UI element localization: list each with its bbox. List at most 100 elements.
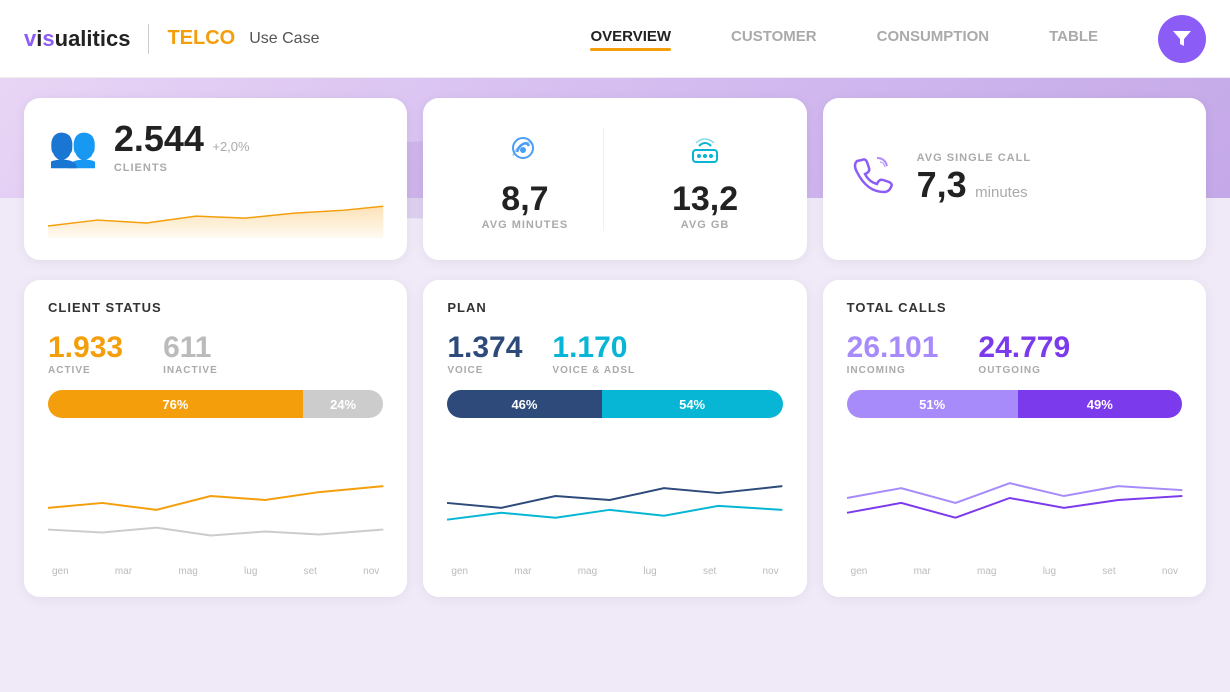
avg-single-call-label: AVG SINGLE CALL	[917, 152, 1031, 164]
active-number: 1.933	[48, 331, 123, 365]
x-label-mar: mar	[115, 566, 132, 577]
logo-separator	[148, 24, 149, 54]
plan-numbers: 1.374 VOICE 1.170 VOICE & ADSL	[447, 331, 782, 376]
active-status-item: 1.933 ACTIVE	[48, 331, 123, 376]
incoming-progress-seg: 51%	[847, 390, 1018, 418]
clients-icon: 👥	[48, 123, 98, 170]
client-status-numbers: 1.933 ACTIVE 611 INACTIVE	[48, 331, 383, 376]
inactive-number: 611	[163, 331, 218, 365]
main-content: 👥 2.544 +2,0% CLIENTS	[0, 78, 1230, 617]
nav-overview[interactable]: OVERVIEW	[590, 28, 671, 49]
phone-ring-icon	[847, 150, 897, 200]
avg-gb-value: 13,2	[672, 180, 738, 219]
plan-lines	[447, 438, 782, 558]
clients-card: 👥 2.544 +2,0% CLIENTS	[24, 98, 407, 260]
plan-title: PLAN	[447, 300, 782, 315]
x-label-gen: gen	[52, 566, 69, 577]
avg-single-call-card: AVG SINGLE CALL 7,3 minutes	[823, 98, 1206, 260]
calls-numbers: 26.101 INCOMING 24.779 OUTGOING	[847, 331, 1182, 376]
logo-telco: TELCO	[167, 27, 235, 50]
client-status-title: CLIENT STATUS	[48, 300, 383, 315]
calls-x-gen: gen	[851, 566, 868, 577]
active-progress-seg: 76%	[48, 390, 303, 418]
client-status-progress: 76% 24%	[48, 390, 383, 418]
voice-label: VOICE	[447, 365, 522, 376]
inactive-status-item: 611 INACTIVE	[163, 331, 218, 376]
voice-progress-seg: 46%	[447, 390, 601, 418]
avg-single-call-number: 7,3	[917, 164, 967, 205]
avg-minutes-item: 8,7 AVG MINUTES	[447, 128, 602, 231]
voice-number: 1.374	[447, 331, 522, 365]
filter-button[interactable]	[1158, 15, 1206, 63]
plan-x-nov: nov	[763, 566, 779, 577]
plan-x-mag: mag	[578, 566, 597, 577]
nav-table[interactable]: TABLE	[1049, 28, 1098, 49]
plan-progress: 46% 54%	[447, 390, 782, 418]
outgoing-label: OUTGOING	[978, 365, 1070, 376]
top-cards-row: 👥 2.544 +2,0% CLIENTS	[24, 98, 1206, 260]
outgoing-calls-item: 24.779 OUTGOING	[978, 331, 1070, 376]
plan-card: PLAN 1.374 VOICE 1.170 VOICE & ADSL 46% …	[423, 280, 806, 597]
calls-x-lug: lug	[1043, 566, 1056, 577]
voice-plan-item: 1.374 VOICE	[447, 331, 522, 376]
calls-x-labels: gen mar mag lug set nov	[847, 566, 1182, 577]
nav-consumption[interactable]: CONSUMPTION	[877, 28, 990, 49]
phone-icon	[505, 128, 545, 176]
clients-stats: 2.544 +2,0% CLIENTS	[114, 118, 250, 174]
clients-mini-chart	[48, 186, 383, 240]
logo-usecase: Use Case	[249, 30, 319, 48]
voice-adsl-item: 1.170 VOICE & ADSL	[552, 331, 635, 376]
clients-card-top: 👥 2.544 +2,0% CLIENTS	[48, 118, 383, 174]
plan-x-lug: lug	[643, 566, 656, 577]
voice-adsl-progress-seg: 54%	[602, 390, 783, 418]
x-label-lug: lug	[244, 566, 257, 577]
active-label: ACTIVE	[48, 365, 123, 376]
phone-waves-icon	[505, 128, 545, 168]
clients-label: CLIENTS	[114, 162, 250, 174]
outgoing-number: 24.779	[978, 331, 1070, 365]
incoming-label: INCOMING	[847, 365, 939, 376]
voice-adsl-number: 1.170	[552, 331, 635, 365]
plan-chart	[447, 438, 782, 558]
calls-x-mag: mag	[977, 566, 996, 577]
router-waves-icon	[685, 128, 725, 168]
x-label-mag: mag	[178, 566, 197, 577]
avg-single-call-info: AVG SINGLE CALL 7,3 minutes	[917, 152, 1031, 206]
client-status-lines	[48, 438, 383, 558]
total-calls-title: TOTAL CALLS	[847, 300, 1182, 315]
avg-single-call-unit: minutes	[975, 184, 1028, 201]
main-nav: OVERVIEW CUSTOMER CONSUMPTION TABLE	[590, 28, 1098, 49]
plan-x-set: set	[703, 566, 716, 577]
client-status-x-labels: gen mar mag lug set nov	[48, 566, 383, 577]
nav-customer[interactable]: CUSTOMER	[731, 28, 817, 49]
avg-minutes-label: AVG MINUTES	[482, 219, 569, 231]
x-label-nov: nov	[363, 566, 379, 577]
x-label-set: set	[304, 566, 317, 577]
avg-minutes-value: 8,7	[501, 180, 548, 219]
client-status-card: CLIENT STATUS 1.933 ACTIVE 611 INACTIVE …	[24, 280, 407, 597]
plan-x-labels: gen mar mag lug set nov	[447, 566, 782, 577]
filter-icon	[1170, 27, 1194, 51]
clients-change: +2,0%	[212, 139, 249, 154]
logo-visualitics: visualitics	[24, 26, 130, 52]
avg-gb-item: 13,2 AVG GB	[603, 128, 783, 231]
bottom-cards-row: CLIENT STATUS 1.933 ACTIVE 611 INACTIVE …	[24, 280, 1206, 597]
calls-lines	[847, 438, 1182, 558]
call-icon	[847, 150, 897, 209]
client-status-chart	[48, 438, 383, 558]
plan-x-mar: mar	[514, 566, 531, 577]
router-icon	[685, 128, 725, 176]
avg-single-call-value-row: 7,3 minutes	[917, 164, 1031, 206]
total-calls-card: TOTAL CALLS 26.101 INCOMING 24.779 OUTGO…	[823, 280, 1206, 597]
calls-progress: 51% 49%	[847, 390, 1182, 418]
clients-area-chart	[48, 186, 383, 240]
incoming-number: 26.101	[847, 331, 939, 365]
incoming-calls-item: 26.101 INCOMING	[847, 331, 939, 376]
clients-number: 2.544	[114, 118, 204, 159]
voice-adsl-label: VOICE & ADSL	[552, 365, 635, 376]
avg-gb-label: AVG GB	[681, 219, 730, 231]
avg-metrics-card: 8,7 AVG MINUTES 13,2 AVG GB	[423, 98, 806, 260]
calls-x-set: set	[1102, 566, 1115, 577]
calls-x-nov: nov	[1162, 566, 1178, 577]
calls-chart	[847, 438, 1182, 558]
